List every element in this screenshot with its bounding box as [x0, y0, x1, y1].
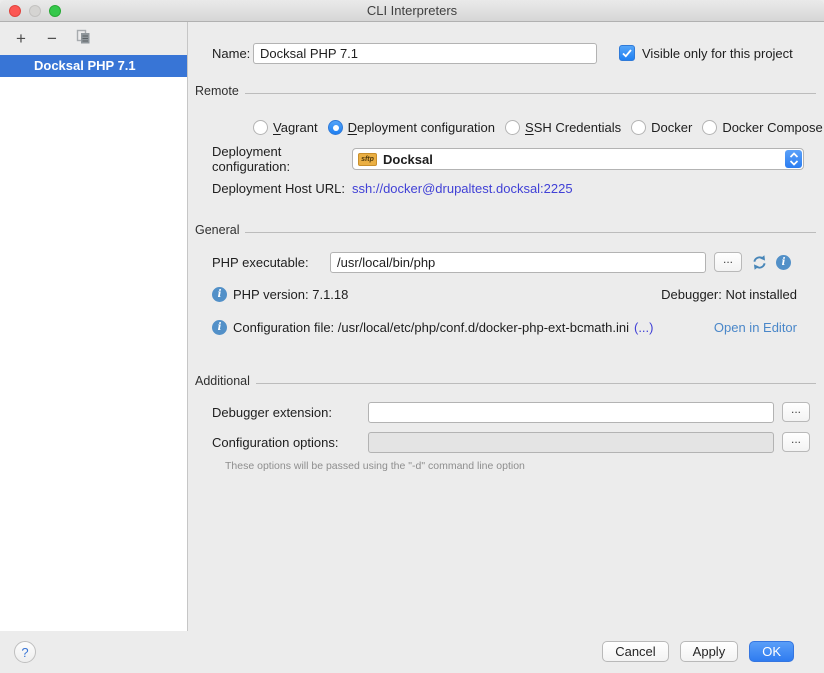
- radio-label: SSH Credentials: [525, 120, 621, 135]
- deployment-host-url-value: ssh://docker@drupaltest.docksal:2225: [352, 181, 573, 196]
- configuration-options-label: Configuration options:: [212, 435, 368, 450]
- deployment-configuration-label: Deployment configuration:: [212, 144, 352, 174]
- close-window-button[interactable]: [9, 5, 21, 17]
- configuration-options-input[interactable]: [368, 432, 774, 453]
- radio-circle-icon: [253, 120, 268, 135]
- info-icon[interactable]: i: [776, 255, 791, 270]
- add-interpreter-button[interactable]: +: [12, 30, 30, 48]
- debugger-extension-browse-button[interactable]: ...: [782, 402, 810, 422]
- configuration-file-text: Configuration file: /usr/local/etc/php/c…: [233, 320, 629, 335]
- php-version-text: PHP version: 7.1.18: [233, 287, 348, 302]
- general-section-title: General: [195, 223, 239, 237]
- visible-only-checkbox[interactable]: [619, 45, 635, 61]
- php-executable-input[interactable]: [330, 252, 706, 273]
- section-divider: [245, 232, 816, 233]
- help-button[interactable]: ?: [14, 641, 36, 663]
- duplicate-interpreter-button[interactable]: [74, 30, 92, 48]
- title-bar: CLI Interpreters: [0, 0, 824, 22]
- debugger-extension-label: Debugger extension:: [212, 405, 368, 420]
- radio-deployment-configuration[interactable]: Deployment configuration: [328, 120, 495, 135]
- zoom-window-button[interactable]: [49, 5, 61, 17]
- radio-circle-icon: [505, 120, 520, 135]
- remote-section-header: Remote: [195, 84, 816, 98]
- debugger-extension-input[interactable]: [368, 402, 774, 423]
- additional-section-title: Additional: [195, 374, 250, 388]
- interpreter-settings-panel: Name: Visible only for this project Remo…: [189, 22, 824, 631]
- remove-interpreter-button[interactable]: −: [43, 30, 61, 48]
- window-title: CLI Interpreters: [0, 0, 824, 21]
- additional-section-header: Additional: [195, 374, 816, 388]
- deployment-configuration-select[interactable]: sftp Docksal: [352, 148, 804, 170]
- dialog-footer: ? Cancel Apply OK: [0, 631, 824, 673]
- radio-ssh-credentials[interactable]: SSH Credentials: [505, 120, 621, 135]
- combo-stepper-icon: [785, 150, 802, 168]
- remote-section-title: Remote: [195, 84, 239, 98]
- name-input[interactable]: [253, 43, 597, 64]
- radio-circle-icon: [631, 120, 646, 135]
- name-label: Name:: [212, 46, 253, 61]
- interpreters-sidebar: + − Docksal PHP 7.1: [0, 22, 188, 631]
- php-executable-browse-button[interactable]: ...: [714, 252, 742, 272]
- options-note-text: These options will be passed using the "…: [225, 459, 525, 473]
- section-divider: [256, 383, 816, 384]
- info-icon: i: [212, 320, 227, 335]
- minimize-window-button: [29, 5, 41, 17]
- radio-vagrant[interactable]: Vagrant: [253, 120, 318, 135]
- sftp-server-icon: sftp: [358, 153, 377, 166]
- reload-phpinfo-icon[interactable]: [751, 254, 768, 271]
- radio-circle-icon: [702, 120, 717, 135]
- visible-only-label: Visible only for this project: [642, 46, 793, 61]
- show-full-config-path-link[interactable]: (...): [634, 320, 654, 335]
- php-executable-label: PHP executable:: [212, 255, 330, 270]
- apply-button[interactable]: Apply: [680, 641, 739, 662]
- check-icon: [622, 49, 632, 58]
- deployment-configuration-value: Docksal: [383, 152, 433, 167]
- radio-docker-compose[interactable]: Docker Compose: [702, 120, 822, 135]
- remote-type-radio-group: Vagrant Deployment configuration SSH Cre…: [253, 118, 824, 136]
- cancel-button[interactable]: Cancel: [602, 641, 668, 662]
- open-in-editor-link[interactable]: Open in Editor: [714, 320, 797, 335]
- radio-docker[interactable]: Docker: [631, 120, 692, 135]
- radio-label: Vagrant: [273, 120, 318, 135]
- radio-label: Deployment configuration: [348, 120, 495, 135]
- radio-circle-selected-icon: [328, 120, 343, 135]
- radio-label: Docker: [651, 120, 692, 135]
- info-icon: i: [212, 287, 227, 302]
- radio-label: Docker Compose: [722, 120, 822, 135]
- sidebar-toolbar: + −: [0, 22, 187, 55]
- general-section-header: General: [195, 223, 816, 237]
- deployment-host-url-label: Deployment Host URL:: [212, 181, 352, 196]
- copy-icon: [76, 29, 91, 49]
- ok-button[interactable]: OK: [749, 641, 794, 662]
- debugger-status-text: Debugger: Not installed: [661, 287, 797, 302]
- interpreter-list: Docksal PHP 7.1: [0, 55, 187, 631]
- list-item-interpreter[interactable]: Docksal PHP 7.1: [0, 55, 187, 77]
- section-divider: [245, 93, 816, 94]
- configuration-options-browse-button[interactable]: ...: [782, 432, 810, 452]
